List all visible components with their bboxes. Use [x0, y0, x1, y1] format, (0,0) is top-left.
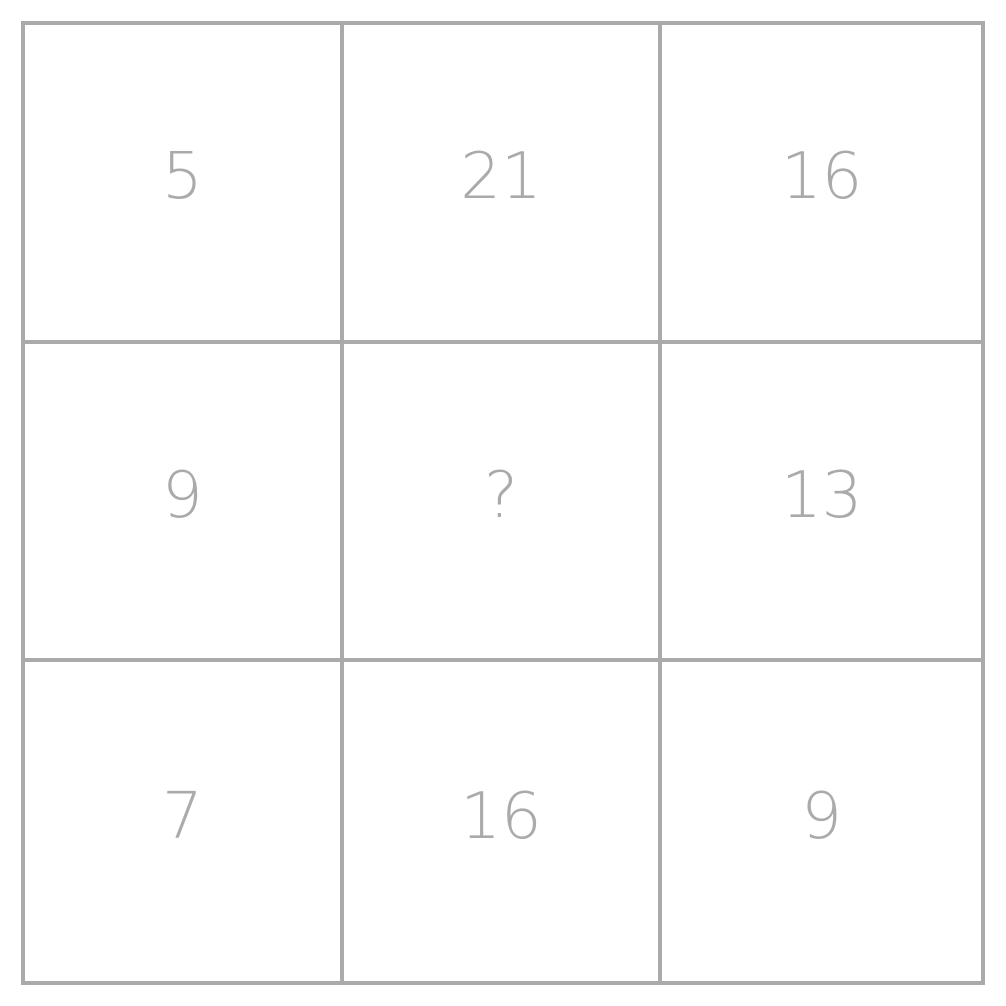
grid-cell-r3c2: 16	[344, 662, 663, 981]
grid-cell-r1c3: 16	[662, 25, 981, 344]
grid-cell-r1c1: 5	[25, 25, 344, 344]
grid-cell-r2c3: 13	[662, 344, 981, 663]
grid-cell-r2c2-unknown: ?	[343, 343, 663, 663]
grid-cell-r3c3: 9	[801, 779, 843, 854]
grid-cell-r3c1: 7	[25, 662, 344, 981]
number-grid: 5 21 16 9 ? 13 7 16 9	[21, 21, 985, 985]
grid-cell-r2c1: 9	[25, 343, 344, 663]
grid-cell-r1c2: 21	[343, 25, 663, 344]
